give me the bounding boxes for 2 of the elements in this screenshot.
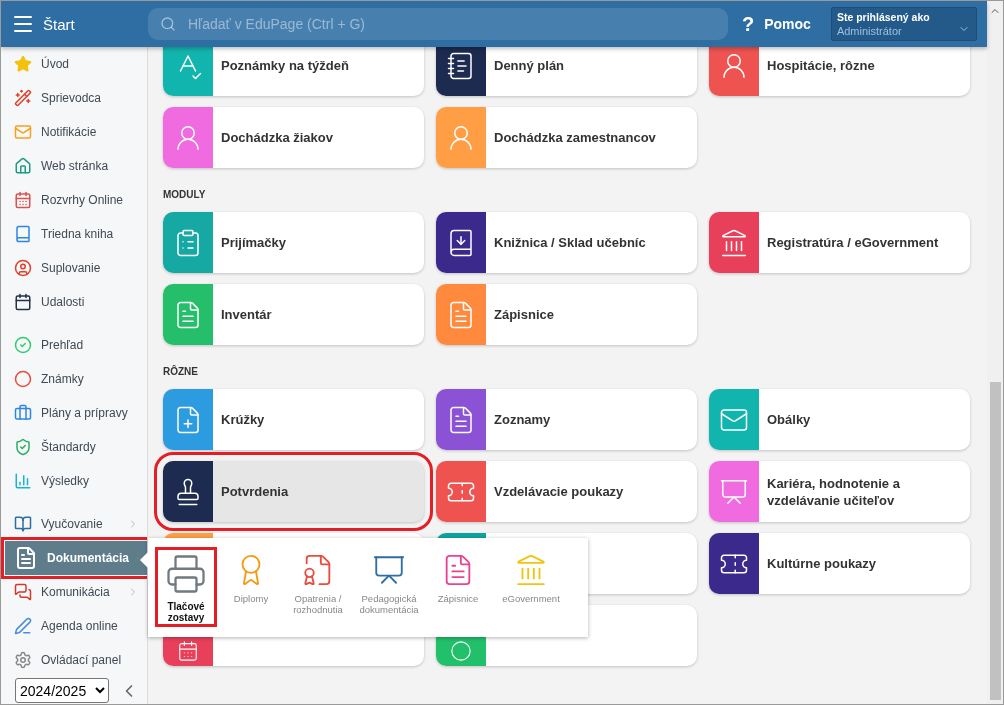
section-heading: RÔZNE (163, 366, 199, 377)
section-heading: MODULY (163, 189, 207, 200)
